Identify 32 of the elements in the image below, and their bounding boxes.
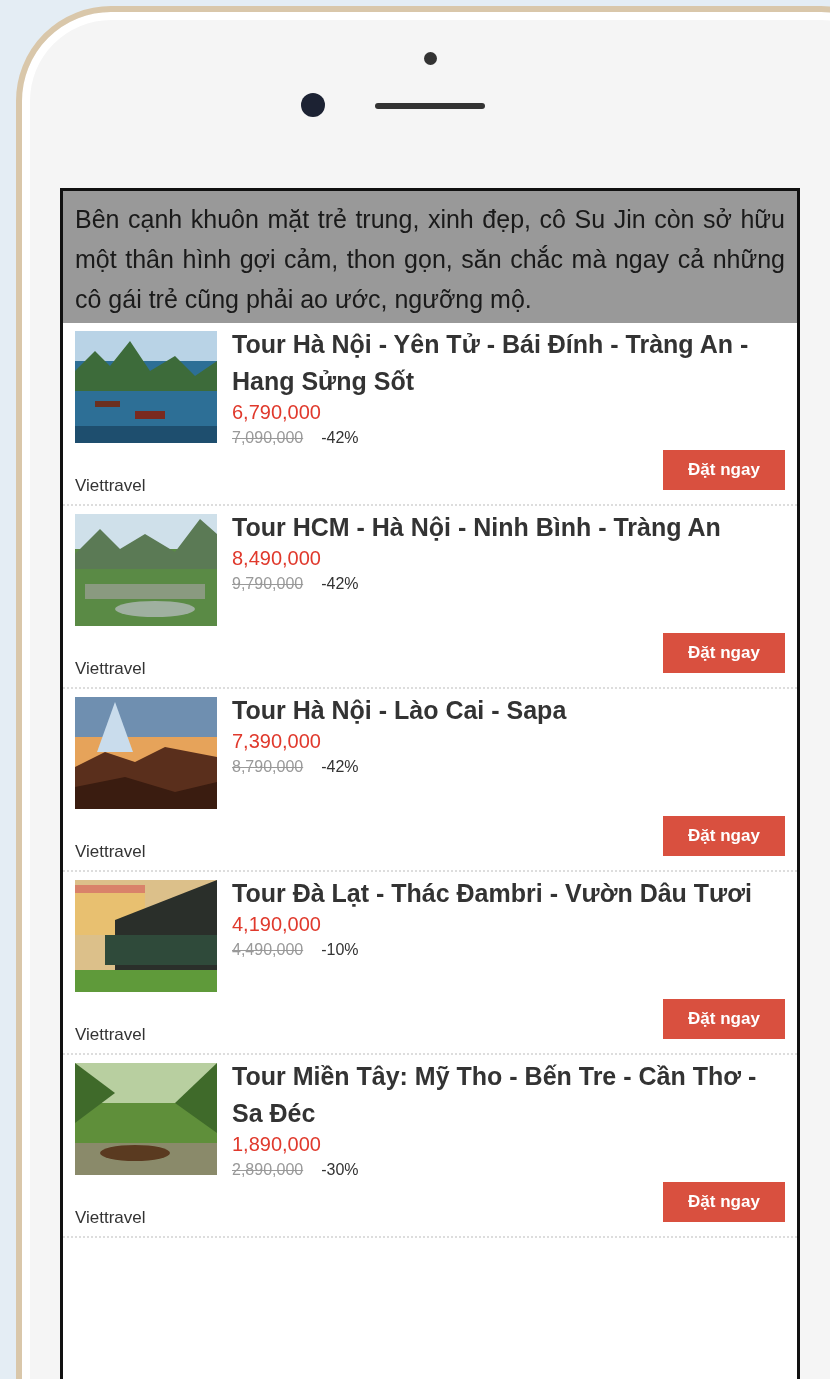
discount-text: -30%: [321, 1160, 359, 1180]
price-text: 1,890,000: [232, 1132, 322, 1156]
book-button[interactable]: Đặt ngay: [663, 1182, 785, 1222]
provider-text: Viettravel: [75, 1206, 146, 1229]
provider-text: Viettravel: [75, 840, 146, 863]
caption-text: Bên cạnh khuôn mặt trẻ trung, xinh đẹp, cô Su Jin còn sở hữu một thân hình gợi cảm, thon gọn, săn chắc mà ngay cả những cô gái trẻ cũng phải ao ước, ngưỡng mộ.: [63, 191, 797, 323]
price-text: 6,790,000: [232, 400, 322, 424]
old-price-text: 7,090,000: [232, 428, 304, 448]
tour-title[interactable]: Tour Miền Tây: Mỹ Tho - Bến Tre - Cần Thơ - Sa Đéc: [232, 1058, 785, 1132]
discount-text: -42%: [321, 757, 359, 777]
book-button[interactable]: Đặt ngay: [663, 816, 785, 856]
discount-text: -42%: [321, 428, 359, 448]
tour-title[interactable]: Tour Đà Lạt - Thác Đambri - Vườn Dâu Tươi: [232, 875, 752, 912]
old-price-text: 2,890,000: [232, 1160, 304, 1180]
discount-text: -42%: [321, 574, 359, 594]
tour-title[interactable]: Tour Hà Nội - Yên Tử - Bái Đính - Tràng An - Hang Sửng Sốt: [232, 326, 785, 400]
book-button[interactable]: Đặt ngay: [663, 633, 785, 673]
old-price-text: 9,790,000: [232, 574, 304, 594]
tour-title[interactable]: Tour Hà Nội - Lào Cai - Sapa: [232, 692, 567, 729]
provider-text: Viettravel: [75, 657, 146, 680]
book-button[interactable]: Đặt ngay: [663, 999, 785, 1039]
price-text: 7,390,000: [232, 729, 322, 753]
speaker-icon: [375, 103, 485, 109]
tour-title[interactable]: Tour HCM - Hà Nội - Ninh Bình - Tràng An: [232, 509, 721, 546]
discount-text: -10%: [321, 940, 359, 960]
price-text: 8,490,000: [232, 546, 322, 570]
old-price-text: 4,490,000: [232, 940, 304, 960]
book-button[interactable]: Đặt ngay: [663, 450, 785, 490]
old-price-text: 8,790,000: [232, 757, 304, 777]
provider-text: Viettravel: [75, 474, 146, 497]
provider-text: Viettravel: [75, 1023, 146, 1046]
price-text: 4,190,000: [232, 912, 322, 936]
